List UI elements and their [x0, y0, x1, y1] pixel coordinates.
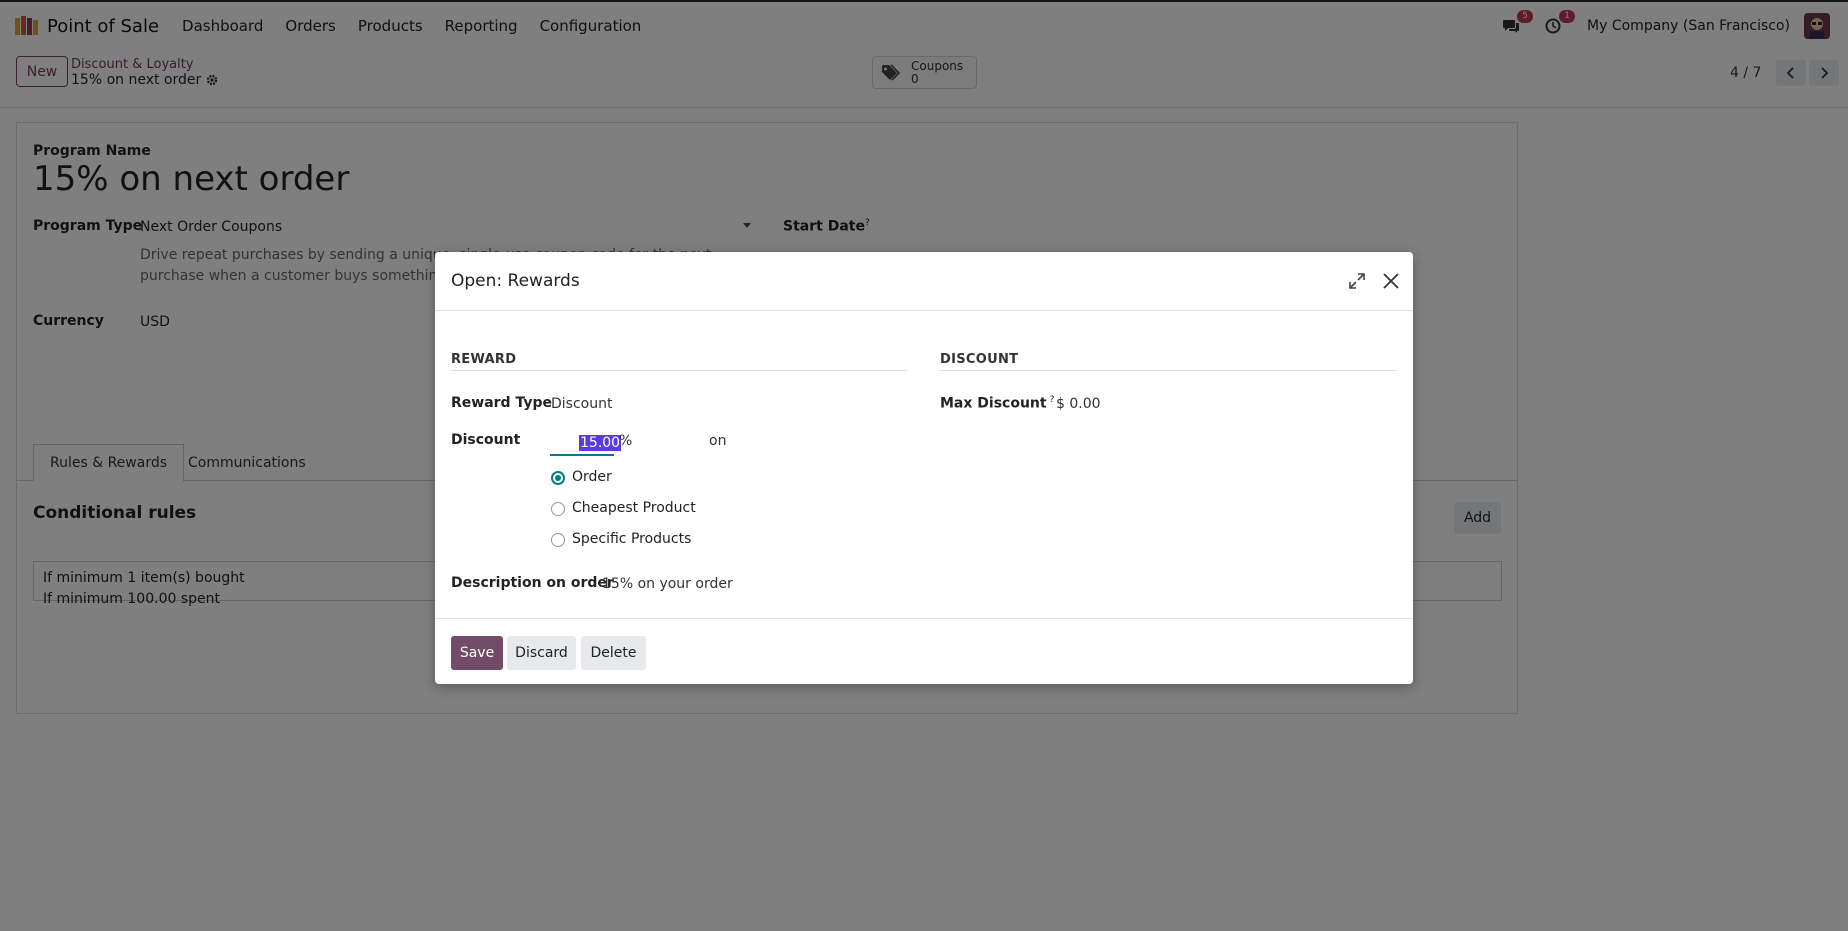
- reward-type-label: Reward Type: [451, 395, 552, 411]
- description-label: Description on order: [451, 575, 614, 591]
- radio-specific-products[interactable]: [551, 533, 565, 547]
- reward-type-field[interactable]: Discount: [551, 396, 612, 412]
- max-discount-help-icon[interactable]: ?: [1050, 395, 1055, 405]
- max-discount-label-text: Max Discount: [940, 395, 1047, 412]
- discount-on-label: on: [709, 433, 727, 449]
- discount-section-divider: [940, 370, 1396, 371]
- discount-value: 15.00: [579, 435, 622, 451]
- discount-section-title: DISCOUNT: [940, 352, 1019, 367]
- save-button[interactable]: Save: [451, 636, 503, 670]
- radio-cheapest-product-label[interactable]: Cheapest Product: [572, 500, 696, 516]
- rewards-dialog: Open: Rewards REWARD DISCOUNT Reward Typ…: [435, 252, 1413, 684]
- discount-unit: %: [619, 433, 633, 449]
- dialog-title: Open: Rewards: [451, 271, 580, 291]
- radio-cheapest-product[interactable]: [551, 502, 565, 516]
- delete-button[interactable]: Delete: [581, 636, 646, 670]
- reward-section-divider: [451, 370, 907, 371]
- dialog-footer: Save Discard Delete: [435, 618, 1413, 684]
- reward-section-title: REWARD: [451, 352, 517, 367]
- description-field[interactable]: 15% on your order: [602, 576, 733, 592]
- discount-input[interactable]: 15.00: [550, 432, 622, 456]
- discard-button[interactable]: Discard: [507, 636, 576, 670]
- discount-label: Discount: [451, 432, 521, 448]
- radio-specific-products-label[interactable]: Specific Products: [572, 531, 691, 547]
- radio-order-label[interactable]: Order: [572, 469, 612, 485]
- close-icon[interactable]: [1381, 271, 1401, 291]
- dialog-header: Open: Rewards: [435, 252, 1413, 311]
- max-discount-label: Max Discount?: [940, 395, 1054, 412]
- radio-order[interactable]: [551, 471, 565, 485]
- max-discount-field[interactable]: $ 0.00: [1056, 396, 1101, 412]
- expand-icon[interactable]: [1348, 272, 1366, 290]
